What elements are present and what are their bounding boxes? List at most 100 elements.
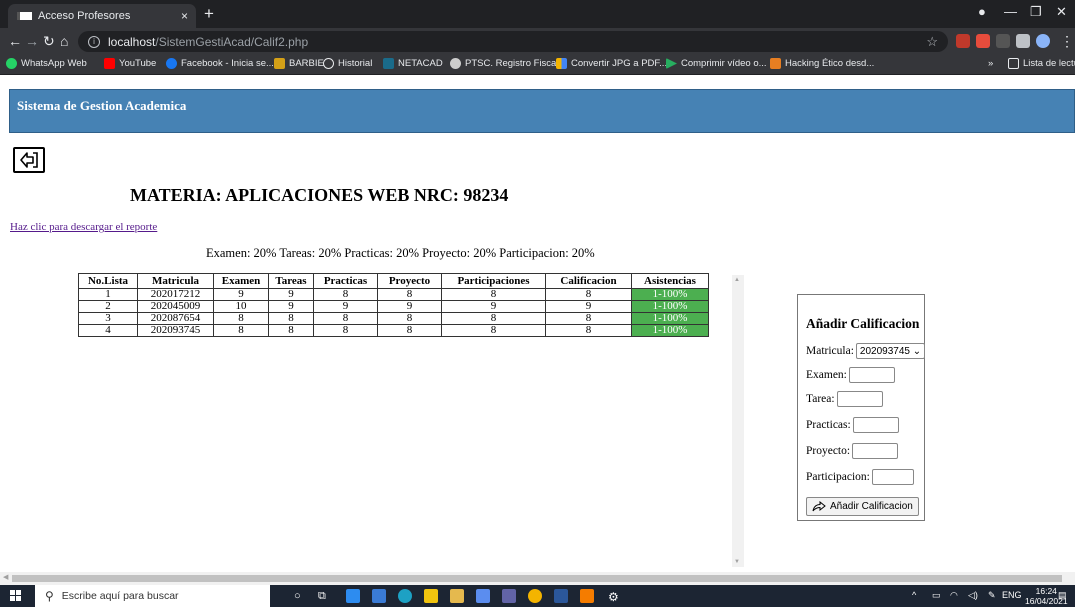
- cell-participaciones: 8: [441, 312, 546, 325]
- cell-examen: 9: [213, 288, 269, 301]
- examen-label: Examen:: [806, 369, 847, 381]
- bookmark-barbie[interactable]: BARBIE: [274, 58, 324, 69]
- tab-title: Acceso Profesores: [38, 10, 131, 22]
- minimize-icon[interactable]: —: [1004, 4, 1017, 19]
- chrome-icon[interactable]: [528, 589, 542, 603]
- reading-list[interactable]: Lista de lectura: [1008, 58, 1075, 69]
- bookmarks-overflow-icon[interactable]: »: [988, 58, 993, 69]
- col-header-practicas: Practicas: [313, 273, 378, 289]
- examen-input[interactable]: [848, 367, 895, 383]
- browser-tab-bar: Acceso Profesores × + ● — ❐ ✕: [0, 0, 1075, 28]
- battery-icon[interactable]: ▭: [932, 590, 941, 601]
- share-arrow-icon: [812, 501, 826, 512]
- tarea-input[interactable]: [836, 391, 883, 407]
- extension-3-icon[interactable]: [996, 34, 1010, 48]
- settings-gear-icon[interactable]: ⚙: [608, 590, 619, 604]
- teams-icon[interactable]: [502, 589, 516, 603]
- inner-vertical-scrollbar[interactable]: ▲ ▼: [732, 275, 744, 567]
- taskbar-search[interactable]: ⚲ Escribe aquí para buscar: [35, 585, 270, 607]
- word-icon[interactable]: [554, 589, 568, 603]
- xampp-icon[interactable]: [580, 589, 594, 603]
- cell-calificacion: 8: [545, 288, 632, 301]
- language-indicator[interactable]: ENG: [1002, 590, 1022, 600]
- add-grade-label: Añadir Calificacion: [830, 501, 913, 512]
- col-header-calificacion: Calificacion: [545, 273, 632, 289]
- scroll-up-icon[interactable]: ▲: [734, 277, 740, 283]
- back-arrow-icon[interactable]: ←: [8, 32, 22, 50]
- hacking-icon: [770, 58, 781, 69]
- reading-list-icon: [1008, 58, 1019, 69]
- avatar[interactable]: [1036, 34, 1050, 48]
- search-placeholder: Escribe aquí para buscar: [61, 590, 179, 602]
- participacion-input[interactable]: [871, 469, 914, 485]
- wifi-icon[interactable]: ◠: [950, 590, 958, 601]
- notifications-icon[interactable]: ▤: [1058, 590, 1067, 601]
- menu-dots-icon[interactable]: ⋮: [1060, 32, 1074, 50]
- new-tab-button[interactable]: +: [204, 5, 214, 23]
- add-grade-button[interactable]: Añadir Calificacion: [806, 497, 919, 516]
- download-report-link[interactable]: Haz clic para descargar el reporte: [10, 221, 157, 233]
- bookmark-whatsapp[interactable]: WhatsApp Web: [6, 58, 87, 69]
- cell-matricula: 202017212: [137, 288, 214, 301]
- bookmark-facebook[interactable]: Facebook - Inicia se...: [166, 58, 274, 69]
- bookmark-star-icon[interactable]: ☆: [926, 34, 938, 50]
- file-explorer-icon[interactable]: [450, 589, 464, 603]
- sublime-icon[interactable]: [424, 589, 438, 603]
- vscode-icon[interactable]: [476, 589, 490, 603]
- scroll-down-icon[interactable]: ▼: [734, 559, 740, 565]
- edge-icon[interactable]: [398, 589, 412, 603]
- window-close-icon[interactable]: ✕: [1056, 4, 1067, 20]
- add-grade-form: Añadir Calificacion Matricula: 202093745…: [797, 294, 926, 521]
- windows-start-icon[interactable]: [10, 590, 22, 602]
- extensions-puzzle-icon[interactable]: [1016, 34, 1030, 48]
- bookmark-youtube[interactable]: YouTube: [104, 58, 156, 69]
- reload-icon[interactable]: ↻: [43, 32, 55, 50]
- cell-asistencias: 1-100%: [631, 324, 709, 337]
- proyecto-input[interactable]: [852, 443, 899, 459]
- participacion-label: Participacion:: [806, 471, 870, 483]
- address-bar[interactable]: i localhost/SistemGestiAcad/Calif2.php ☆: [78, 31, 948, 52]
- extension-2-icon[interactable]: [976, 34, 990, 48]
- col-header-nolista: No.Lista: [78, 273, 138, 289]
- bookmark-ptsc[interactable]: PTSC. Registro Fisca...: [450, 58, 564, 69]
- store-icon[interactable]: [372, 589, 386, 603]
- tray-chevron-up-icon[interactable]: ^: [912, 590, 916, 600]
- barbie-icon: [274, 58, 285, 69]
- converter-icon: [556, 58, 567, 69]
- horizontal-scrollbar[interactable]: ◀: [0, 572, 1075, 585]
- home-icon[interactable]: ⌂: [60, 32, 68, 50]
- bookmark-historial[interactable]: Historial: [323, 58, 372, 69]
- cortana-icon[interactable]: ○: [294, 590, 301, 602]
- logout-button[interactable]: [13, 147, 45, 173]
- restore-icon[interactable]: ❐: [1030, 4, 1042, 20]
- bookmark-netacad[interactable]: NETACAD: [383, 58, 443, 69]
- col-header-examen: Examen: [213, 273, 269, 289]
- cell-nolista: 4: [78, 324, 138, 337]
- task-view-icon[interactable]: ⧉: [318, 590, 326, 603]
- cell-proyecto: 9: [377, 300, 442, 313]
- cell-nolista: 3: [78, 312, 138, 325]
- bookmark-jpg-pdf[interactable]: Convertir JPG a PDF...: [556, 58, 667, 69]
- forward-arrow-icon[interactable]: →: [25, 32, 39, 50]
- matricula-row: Matricula: 202093745 ⌄: [806, 343, 926, 359]
- pen-icon[interactable]: ✎: [988, 590, 996, 601]
- volume-icon[interactable]: ◁): [968, 590, 978, 601]
- extension-1-icon[interactable]: [956, 34, 970, 48]
- page-viewport: Sistema de Gestion Academica MATERIA: AP…: [0, 75, 1075, 585]
- profile-icon[interactable]: ●: [978, 4, 986, 19]
- site-info-icon[interactable]: i: [88, 35, 100, 48]
- scroll-left-icon[interactable]: ◀: [3, 573, 8, 581]
- practicas-input[interactable]: [852, 417, 899, 433]
- cell-asistencias: 1-100%: [631, 312, 709, 325]
- table-row: 4 202093745 8 8 8 8 8 8 1-100%: [78, 324, 709, 337]
- url-path: /SistemGestiAcad/Calif2.php: [155, 34, 309, 49]
- matricula-select[interactable]: 202093745 ⌄: [855, 343, 926, 359]
- participacion-row: Participacion:: [806, 469, 914, 485]
- scrollbar-thumb[interactable]: [12, 575, 1062, 582]
- mail-icon[interactable]: [346, 589, 360, 603]
- tab-close-icon[interactable]: ×: [181, 9, 188, 23]
- cell-tareas: 8: [268, 312, 314, 325]
- bookmark-comprimir[interactable]: Comprimir vídeo o...: [666, 58, 767, 69]
- tab-acceso-profesores[interactable]: Acceso Profesores ×: [8, 4, 196, 28]
- bookmark-hacking[interactable]: Hacking Ético desd...: [770, 58, 874, 69]
